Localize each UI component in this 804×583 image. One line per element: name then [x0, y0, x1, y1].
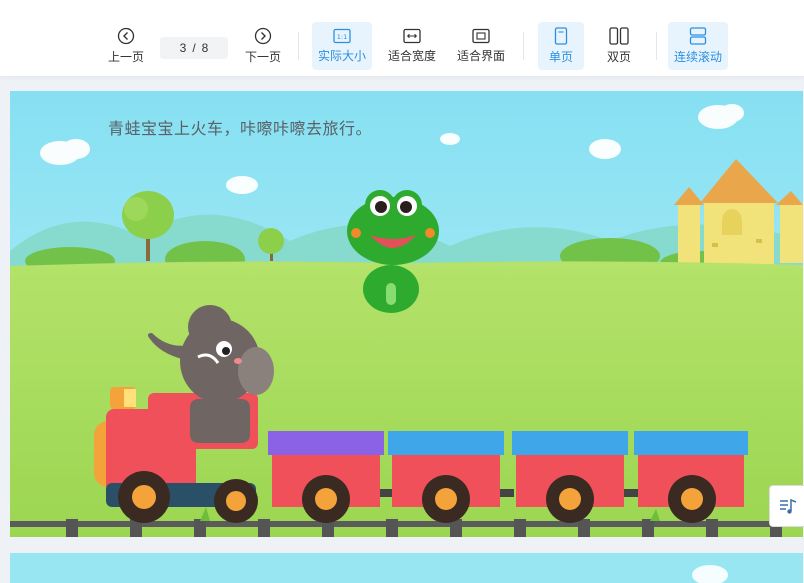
continuous-scroll-button[interactable]: 连续滚动 [668, 22, 728, 70]
actual-size-button[interactable]: 1:1 实际大小 [312, 22, 372, 70]
total-pages: 8 [201, 41, 209, 55]
prev-page-button[interactable]: 上一页 [104, 22, 148, 70]
page-illustration [10, 91, 803, 537]
reader-toolbar: 上一页 3 / 8 下一页 1:1 实际大小 适合宽度 适合界面 单页 双页 连… [0, 0, 804, 77]
toolbar-divider [656, 32, 657, 60]
next-page-label: 下一页 [244, 50, 281, 64]
chevron-left-circle-icon [117, 27, 135, 45]
single-page-icon [554, 27, 568, 45]
one-to-one-icon: 1:1 [333, 28, 351, 44]
fit-width-button[interactable]: 适合宽度 [384, 22, 440, 70]
single-page-button[interactable]: 单页 [538, 22, 584, 70]
double-page-icon [609, 27, 629, 45]
fit-page-icon [472, 28, 490, 44]
prev-page-label: 上一页 [107, 50, 144, 64]
continuous-scroll-icon [689, 27, 707, 45]
next-page-button[interactable]: 下一页 [241, 22, 285, 70]
svg-text:1:1: 1:1 [337, 33, 347, 41]
audio-button[interactable] [769, 485, 804, 527]
page-indicator: 3 / 8 [160, 37, 228, 59]
book-page: 青蛙宝宝上火车，咔嚓咔嚓去旅行。 [10, 91, 803, 537]
chevron-right-circle-icon [254, 27, 272, 45]
page-separator: / [192, 41, 196, 55]
actual-size-label: 实际大小 [317, 49, 366, 63]
continuous-scroll-label: 连续滚动 [673, 50, 722, 64]
fit-width-label: 适合宽度 [387, 49, 436, 63]
fit-width-icon [403, 28, 421, 44]
single-page-label: 单页 [548, 50, 573, 64]
toolbar-divider [523, 32, 524, 60]
toolbar-divider [298, 32, 299, 60]
music-list-icon [779, 498, 796, 514]
story-text: 青蛙宝宝上火车，咔嚓咔嚓去旅行。 [108, 121, 373, 138]
double-page-label: 双页 [606, 50, 631, 64]
fit-page-label: 适合界面 [456, 49, 505, 63]
double-page-button[interactable]: 双页 [596, 22, 642, 70]
current-page-input[interactable]: 3 [180, 41, 187, 55]
fit-page-button[interactable]: 适合界面 [452, 22, 510, 70]
